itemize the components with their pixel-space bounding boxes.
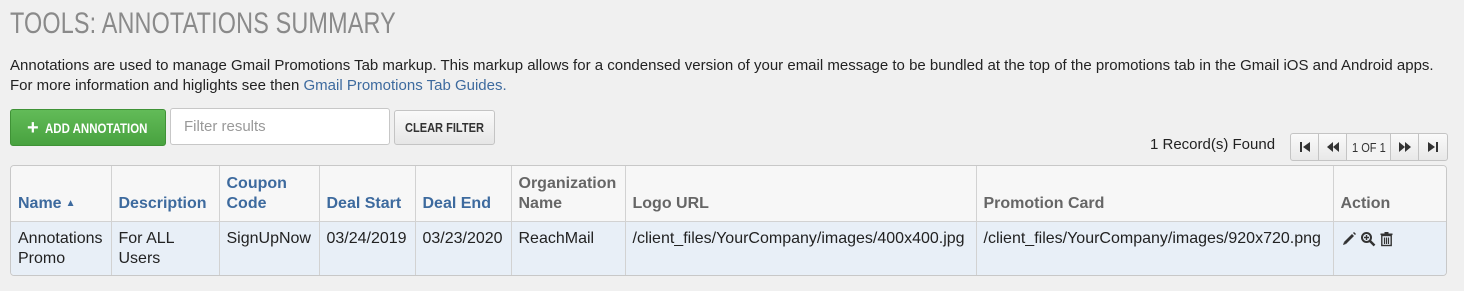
- cell-deal-start: 03/24/2019: [319, 221, 416, 275]
- cell-organization: ReachMail: [511, 221, 626, 275]
- cell-deal-end: 03/23/2020: [415, 221, 512, 275]
- page-title: TOOLS: ANNOTATIONS SUMMARY: [10, 7, 396, 40]
- gmail-guides-link[interactable]: Gmail Promotions Tab Guides.: [304, 77, 507, 94]
- cell-name: Annotations Promo: [11, 221, 112, 275]
- column-header-label: Name: [18, 194, 62, 212]
- column-header-promotion-card: Promotion Card: [976, 166, 1334, 222]
- delete-icon[interactable]: [1379, 231, 1394, 247]
- column-header-name[interactable]: Name ▲: [11, 166, 112, 222]
- column-header-deal-start[interactable]: Deal Start: [319, 166, 416, 222]
- filter-input[interactable]: [170, 108, 390, 145]
- view-icon[interactable]: [1360, 231, 1376, 247]
- edit-icon[interactable]: [1341, 231, 1357, 247]
- page-description: Annotations are used to manage Gmail Pro…: [10, 56, 1450, 96]
- first-page-button[interactable]: [1291, 134, 1319, 160]
- column-header-action: Action: [1333, 166, 1446, 222]
- plus-icon: +: [27, 116, 39, 139]
- column-header-organization-name: Organization Name: [511, 166, 626, 222]
- next-page-icon: [1398, 142, 1411, 152]
- next-page-button[interactable]: [1391, 134, 1419, 160]
- last-page-button[interactable]: [1419, 134, 1447, 160]
- clear-filter-label: CLEAR FILTER: [405, 120, 484, 135]
- column-header-logo-url: Logo URL: [625, 166, 977, 222]
- sort-ascending-icon: ▲: [65, 197, 76, 209]
- previous-page-icon: [1326, 142, 1339, 152]
- pagination: 1 OF 1: [1290, 133, 1448, 161]
- previous-page-button[interactable]: [1319, 134, 1347, 160]
- cell-promotion-card: /client_files/YourCompany/images/920x720…: [976, 221, 1334, 275]
- cell-description: For ALL Users: [111, 221, 220, 275]
- page-info: 1 OF 1: [1347, 134, 1391, 160]
- last-page-icon: [1428, 142, 1438, 152]
- cell-coupon-code: SignUpNow: [219, 221, 320, 275]
- records-count: 1 Record(s) Found: [1150, 136, 1276, 153]
- cell-actions: [1333, 221, 1446, 275]
- column-header-description[interactable]: Description: [111, 166, 220, 222]
- table-header-row: Name ▲ Description Coupon Code Deal Start…: [11, 166, 1446, 222]
- add-annotation-button[interactable]: + ADD ANNOTATION: [10, 109, 166, 146]
- description-text: Annotations are used to manage Gmail Pro…: [10, 57, 1434, 94]
- cell-logo-url: /client_files/YourCompany/images/400x400…: [625, 221, 977, 275]
- page-info-label: 1 OF 1: [1351, 139, 1386, 155]
- column-header-coupon-code[interactable]: Coupon Code: [219, 166, 320, 222]
- table-row: Annotations Promo For ALL Users SignUpNo…: [11, 221, 1446, 275]
- add-annotation-label: ADD ANNOTATION: [44, 119, 148, 136]
- clear-filter-button[interactable]: CLEAR FILTER: [394, 110, 495, 145]
- first-page-icon: [1299, 142, 1310, 152]
- annotations-table: Name ▲ Description Coupon Code Deal Start…: [10, 165, 1447, 276]
- column-header-deal-end[interactable]: Deal End: [415, 166, 512, 222]
